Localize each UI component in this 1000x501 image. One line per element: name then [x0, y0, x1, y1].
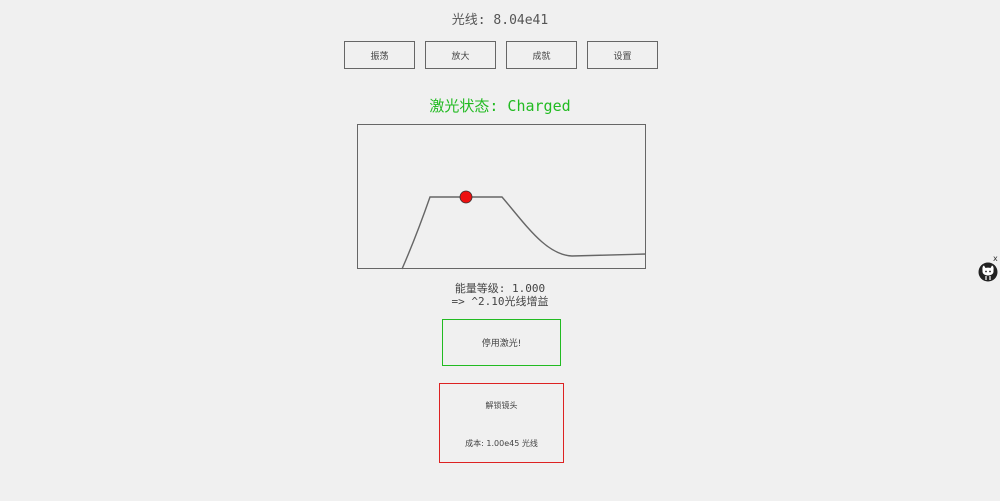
- waveform-svg: [401, 190, 647, 270]
- octocat-icon[interactable]: [978, 262, 998, 286]
- laser-waveform-graph: [357, 124, 647, 270]
- light-amount: 光线: 8.04e41: [451, 13, 549, 28]
- light-boost: => ^2.10光线增益: [451, 295, 549, 308]
- toggle-laser-button[interactable]: 停用激光!: [442, 319, 561, 366]
- tab-oscillate[interactable]: 振荡: [344, 41, 415, 69]
- tab-bar: 振荡 放大 成就 设置: [344, 41, 658, 69]
- tab-settings[interactable]: 设置: [587, 41, 658, 69]
- laser-status: 激光状态: Charged: [429, 97, 571, 115]
- waveform-line: [401, 196, 647, 270]
- game-page: 光线: 8.04e41 振荡 放大 成就 设置 激光状态: Charged 能量…: [0, 0, 1000, 501]
- unlock-lens-label: 解锁镜头: [485, 401, 518, 410]
- unlock-cost-label: 成本: 1.00e45 光线: [465, 439, 538, 448]
- tab-achievements[interactable]: 成就: [506, 41, 577, 69]
- energy-marker: [459, 190, 473, 204]
- unlock-lens-button[interactable]: 解锁镜头 成本: 1.00e45 光线: [439, 383, 564, 463]
- tab-amplify[interactable]: 放大: [425, 41, 496, 69]
